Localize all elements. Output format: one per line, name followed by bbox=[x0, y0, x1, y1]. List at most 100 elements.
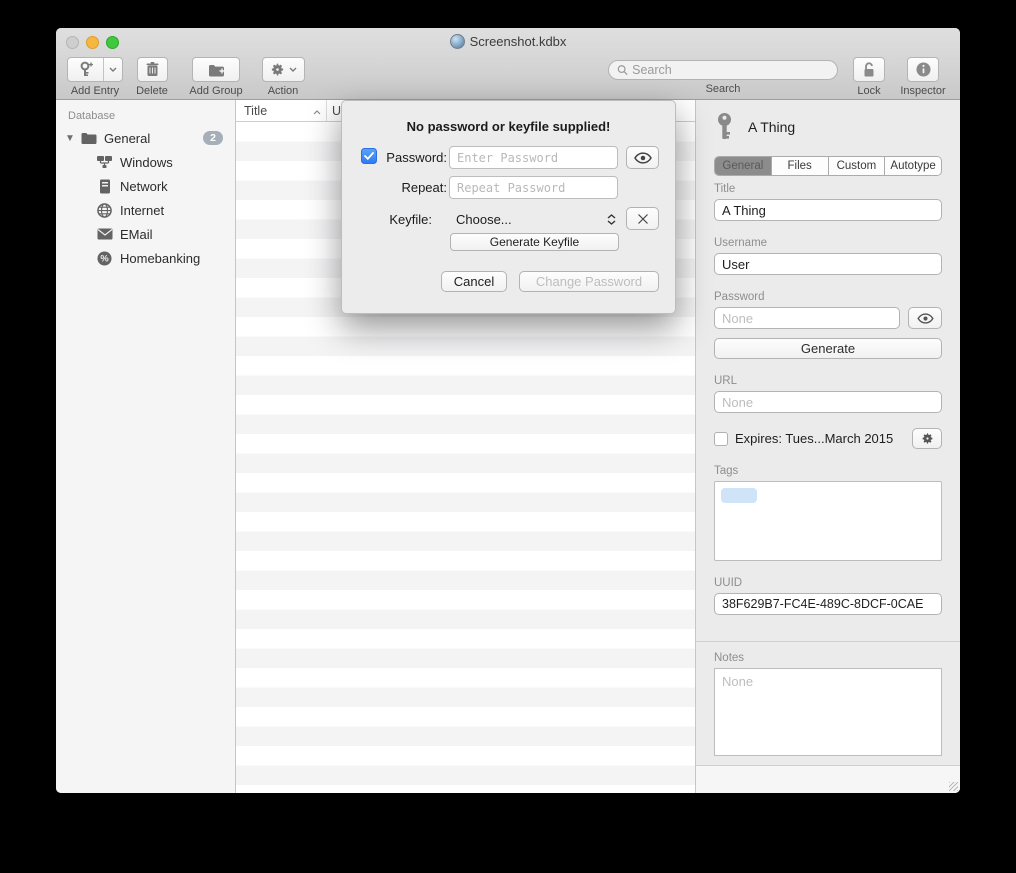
inspector-footer bbox=[696, 765, 960, 793]
column-header-title[interactable]: Title bbox=[236, 100, 327, 121]
username-field-label: Username bbox=[714, 237, 942, 249]
password-input[interactable] bbox=[714, 307, 900, 329]
add-group-toolbar-item: Add Group bbox=[184, 57, 248, 97]
title-input[interactable] bbox=[714, 199, 942, 221]
lock-toolbar-item: Lock bbox=[852, 57, 886, 97]
inspector-panel: A Thing General Files Custom Autotype Ti… bbox=[696, 100, 960, 793]
document-icon bbox=[450, 34, 465, 49]
action-button[interactable] bbox=[262, 57, 305, 82]
search-label: Search bbox=[706, 83, 741, 95]
folder-plus-icon bbox=[208, 63, 225, 77]
count-badge: 2 bbox=[203, 131, 223, 145]
lock-open-icon bbox=[862, 62, 876, 78]
uuid-input[interactable] bbox=[714, 593, 942, 615]
generate-keyfile-button[interactable]: Generate Keyfile bbox=[450, 233, 619, 251]
password-field-label: Password bbox=[714, 291, 942, 303]
inspector-button[interactable] bbox=[907, 57, 939, 82]
add-entry-button[interactable] bbox=[67, 57, 123, 82]
eye-icon bbox=[634, 152, 652, 164]
expires-settings-button[interactable] bbox=[912, 428, 942, 449]
generate-password-button[interactable]: Generate bbox=[714, 338, 942, 359]
sidebar-item-windows[interactable]: Windows bbox=[56, 150, 235, 174]
password-checkbox[interactable] bbox=[361, 148, 377, 164]
expires-checkbox[interactable] bbox=[714, 432, 728, 446]
info-icon bbox=[916, 62, 931, 77]
tags-field-label: Tags bbox=[714, 465, 942, 477]
expires-label: Expires: Tues...March 2015 bbox=[735, 431, 893, 446]
sidebar-section-header: Database bbox=[56, 106, 235, 126]
sidebar: Database ▼ General 2 Windows Network bbox=[56, 100, 236, 793]
column-header-username[interactable]: U bbox=[327, 104, 341, 118]
delete-button[interactable] bbox=[137, 57, 168, 82]
toolbar: Add Entry Delete Add Group Action bbox=[56, 55, 960, 99]
notes-field-label: Notes bbox=[714, 652, 942, 664]
column-title-label: Title bbox=[244, 104, 267, 118]
search-field[interactable] bbox=[608, 60, 838, 80]
add-entry-dropdown-arrow-icon[interactable] bbox=[104, 58, 122, 81]
dialog-repeat-input[interactable] bbox=[449, 176, 618, 199]
percent-icon: % bbox=[96, 250, 113, 267]
keyfile-popup[interactable]: Choose... bbox=[456, 208, 512, 230]
sidebar-item-internet[interactable]: Internet bbox=[56, 198, 235, 222]
reveal-password-button[interactable] bbox=[908, 307, 942, 329]
sidebar-item-homebanking[interactable]: % Homebanking bbox=[56, 246, 235, 270]
lock-label: Lock bbox=[857, 85, 880, 97]
clear-keyfile-button[interactable] bbox=[626, 207, 659, 230]
dialog-keyfile-label: Keyfile: bbox=[364, 212, 432, 227]
envelope-icon bbox=[96, 226, 113, 243]
add-group-button[interactable] bbox=[192, 57, 240, 82]
server-icon bbox=[96, 178, 113, 195]
dialog-reveal-password-button[interactable] bbox=[626, 146, 659, 169]
column-username-label: U bbox=[332, 104, 341, 118]
search-input[interactable] bbox=[632, 63, 829, 77]
sidebar-item-general[interactable]: ▼ General 2 bbox=[56, 126, 235, 150]
inspector-tabs: General Files Custom Autotype bbox=[714, 156, 942, 176]
gear-icon bbox=[921, 432, 934, 445]
dialog-password-label: Password: bbox=[379, 150, 447, 165]
tab-files[interactable]: Files bbox=[772, 157, 829, 175]
action-toolbar-item: Action bbox=[260, 57, 306, 97]
folder-icon bbox=[80, 130, 97, 147]
chevron-down-icon bbox=[289, 67, 297, 72]
search-icon bbox=[617, 64, 628, 76]
disclosure-triangle-icon[interactable]: ▼ bbox=[65, 133, 77, 144]
tab-general[interactable]: General bbox=[715, 157, 772, 175]
change-password-button[interactable]: Change Password bbox=[519, 271, 659, 292]
titlebar[interactable]: Screenshot.kdbx bbox=[56, 28, 960, 54]
sidebar-item-label: Homebanking bbox=[120, 251, 200, 266]
dialog-password-input[interactable] bbox=[449, 146, 618, 169]
keyfile-stepper-icon[interactable] bbox=[607, 208, 616, 230]
tag-pill[interactable] bbox=[721, 488, 757, 503]
notes-textarea[interactable] bbox=[714, 668, 942, 756]
sidebar-item-network[interactable]: Network bbox=[56, 174, 235, 198]
uuid-field-label: UUID bbox=[714, 577, 942, 589]
gear-icon bbox=[270, 62, 285, 77]
sidebar-item-label: Internet bbox=[120, 203, 164, 218]
expires-row: Expires: Tues...March 2015 bbox=[714, 428, 942, 449]
title-field-label: Title bbox=[714, 183, 942, 195]
tags-box[interactable] bbox=[714, 481, 942, 561]
workgroup-icon bbox=[96, 154, 113, 171]
url-field-label: URL bbox=[714, 375, 942, 387]
lock-button[interactable] bbox=[853, 57, 885, 82]
window-chrome: Screenshot.kdbx Add Entry D bbox=[56, 28, 960, 100]
url-input[interactable] bbox=[714, 391, 942, 413]
entry-title: A Thing bbox=[748, 119, 795, 135]
tab-custom[interactable]: Custom bbox=[829, 157, 886, 175]
trash-icon bbox=[146, 62, 159, 77]
add-entry-toolbar-item: Add Entry bbox=[66, 57, 124, 97]
cancel-button[interactable]: Cancel bbox=[441, 271, 507, 292]
sidebar-item-label: General bbox=[104, 131, 150, 146]
tab-autotype[interactable]: Autotype bbox=[885, 157, 941, 175]
username-input[interactable] bbox=[714, 253, 942, 275]
checkmark-icon bbox=[364, 152, 374, 160]
search-toolbar-item: Search bbox=[608, 57, 838, 95]
inspector-header: A Thing bbox=[714, 112, 942, 142]
resize-grip[interactable] bbox=[949, 782, 958, 791]
inspector-label: Inspector bbox=[900, 85, 945, 97]
sidebar-item-email[interactable]: EMail bbox=[56, 222, 235, 246]
window-title-area: Screenshot.kdbx bbox=[56, 34, 960, 49]
key-plus-icon[interactable] bbox=[68, 58, 104, 81]
action-label: Action bbox=[268, 85, 299, 97]
inspector-toolbar-item: Inspector bbox=[896, 57, 950, 97]
